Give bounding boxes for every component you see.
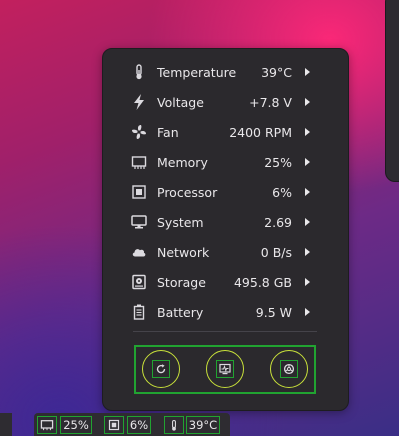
menu-item-voltage[interactable]: Voltage +7.8 V bbox=[103, 87, 348, 117]
menu-item-label: Temperature bbox=[157, 65, 237, 80]
menu-item-fan[interactable]: Fan 2400 RPM bbox=[103, 117, 348, 147]
refresh-icon bbox=[152, 360, 170, 378]
menu-item-value: 9.5 W bbox=[255, 305, 292, 320]
menu-item-value: 0 B/s bbox=[260, 245, 292, 260]
menu-item-label: Fan bbox=[157, 125, 179, 140]
processor-value: 6% bbox=[127, 416, 151, 434]
fan-icon bbox=[131, 124, 147, 140]
chevron-right-icon bbox=[305, 308, 310, 316]
processor-icon bbox=[131, 184, 147, 200]
menu-item-memory[interactable]: Memory 25% bbox=[103, 147, 348, 177]
menu-item-label: System bbox=[157, 215, 204, 230]
system-monitor-icon bbox=[216, 360, 234, 378]
background-window-edge bbox=[385, 0, 399, 182]
system-monitor-button[interactable] bbox=[206, 350, 244, 388]
memory-chip-icon bbox=[37, 416, 57, 434]
chevron-right-icon bbox=[305, 248, 310, 256]
menu-item-value: 39°C bbox=[261, 65, 292, 80]
menu-separator bbox=[133, 331, 317, 332]
sensor-menu: Temperature 39°C Voltage +7.8 V Fan 2400… bbox=[103, 57, 348, 327]
menu-item-value: 2.69 bbox=[264, 215, 292, 230]
chevron-right-icon bbox=[305, 98, 310, 106]
menu-item-label: Processor bbox=[157, 185, 218, 200]
memory-value: 25% bbox=[60, 416, 92, 434]
settings-button[interactable] bbox=[270, 350, 308, 388]
menu-item-label: Storage bbox=[157, 275, 206, 290]
chevron-right-icon bbox=[305, 188, 310, 196]
panel-stub bbox=[0, 413, 12, 436]
menu-item-label: Network bbox=[157, 245, 210, 260]
menu-item-value: +7.8 V bbox=[249, 95, 292, 110]
temperature-value: 39°C bbox=[186, 416, 220, 434]
menu-item-label: Voltage bbox=[157, 95, 204, 110]
menu-item-value: 495.8 GB bbox=[233, 275, 292, 290]
cloud-icon bbox=[131, 244, 147, 260]
settings-icon bbox=[280, 360, 298, 378]
chevron-right-icon bbox=[305, 158, 310, 166]
menu-item-value: 6% bbox=[272, 185, 292, 200]
chevron-right-icon bbox=[305, 218, 310, 226]
chevron-right-icon bbox=[305, 278, 310, 286]
menu-item-network[interactable]: Network 0 B/s bbox=[103, 237, 348, 267]
menu-item-processor[interactable]: Processor 6% bbox=[103, 177, 348, 207]
system-tray-indicator[interactable]: 25% 6% 39°C bbox=[34, 413, 230, 436]
menu-item-battery[interactable]: Battery 9.5 W bbox=[103, 297, 348, 327]
system-monitor-popup: Temperature 39°C Voltage +7.8 V Fan 2400… bbox=[102, 48, 349, 411]
menu-item-label: Memory bbox=[157, 155, 208, 170]
battery-icon bbox=[131, 304, 147, 320]
lightning-icon bbox=[131, 94, 147, 110]
menu-item-value: 2400 RPM bbox=[229, 125, 292, 140]
action-buttons-row bbox=[134, 345, 316, 394]
menu-item-system[interactable]: System 2.69 bbox=[103, 207, 348, 237]
chevron-right-icon bbox=[305, 68, 310, 76]
menu-item-temperature[interactable]: Temperature 39°C bbox=[103, 57, 348, 87]
menu-item-label: Battery bbox=[157, 305, 204, 320]
processor-icon bbox=[104, 416, 124, 434]
monitor-icon bbox=[131, 214, 147, 230]
menu-item-storage[interactable]: Storage 495.8 GB bbox=[103, 267, 348, 297]
chevron-right-icon bbox=[305, 128, 310, 136]
memory-chip-icon bbox=[131, 154, 147, 170]
thermometer-icon bbox=[131, 64, 147, 80]
menu-item-value: 25% bbox=[264, 155, 292, 170]
refresh-button[interactable] bbox=[142, 350, 180, 388]
thermometer-icon bbox=[164, 416, 184, 434]
harddisk-icon bbox=[131, 274, 147, 290]
